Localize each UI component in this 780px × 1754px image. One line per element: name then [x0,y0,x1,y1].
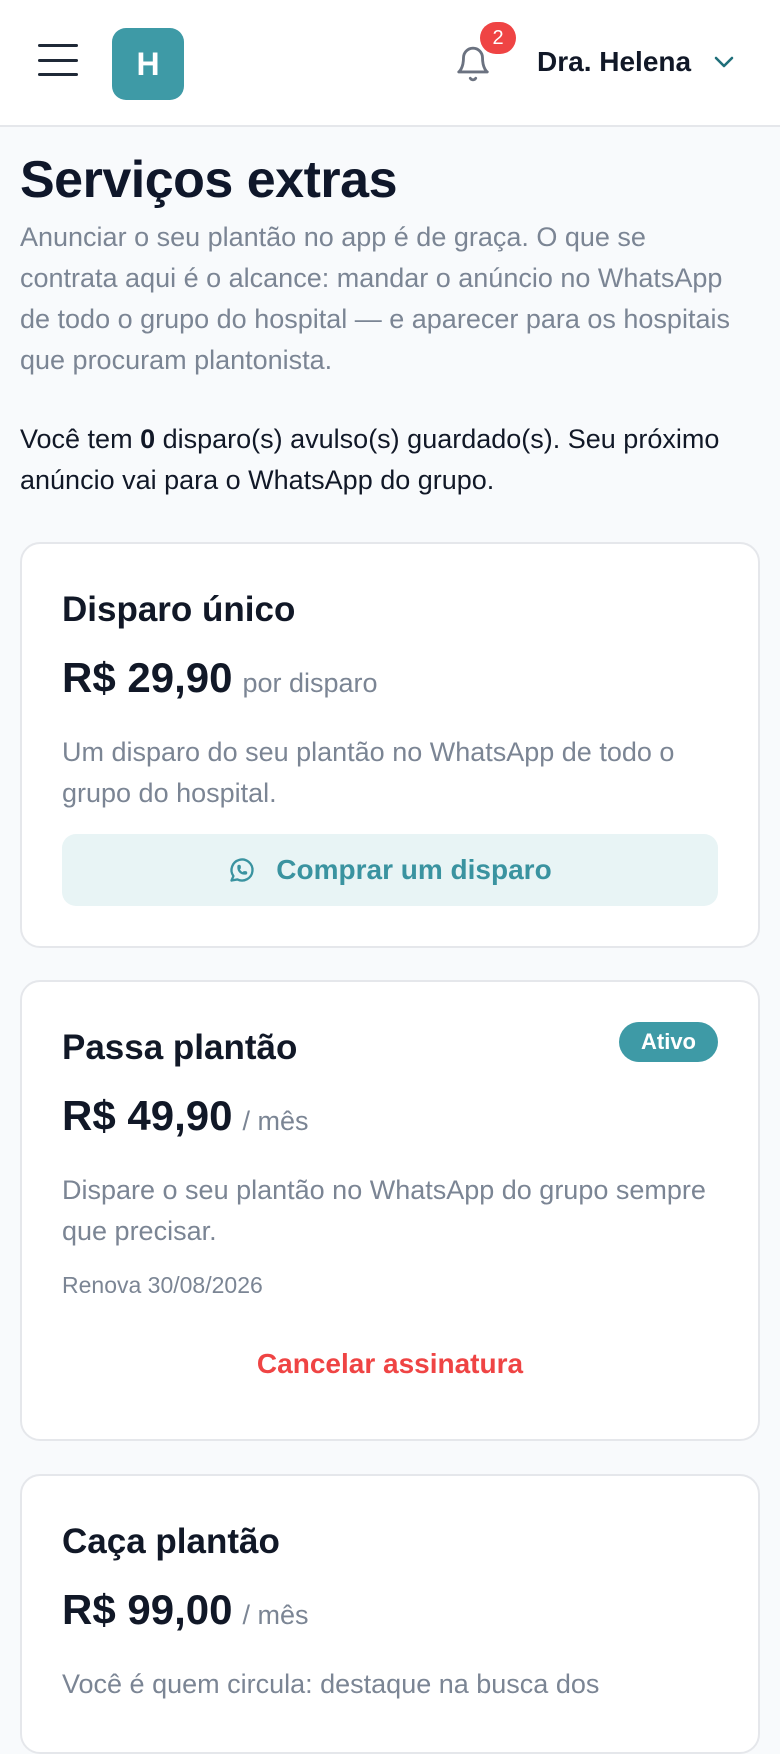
menu-line [38,58,78,62]
plan-card-passa-plantao: Passa plantão Ativo R$ 49,90 / mês Dispa… [20,980,760,1441]
app-logo[interactable]: H [112,28,184,100]
menu-line [38,73,78,76]
renewal-date: Renova 30/08/2026 [62,1272,263,1298]
plan-price: R$ 29,90 [62,654,233,701]
plan-title: Caça plantão [62,1522,280,1561]
balance-prefix: Você tem [20,424,141,454]
plan-title: Passa plantão [62,1028,298,1067]
page-intro: Anunciar o seu plantão no app é de graça… [20,222,730,375]
page-title: Serviços extras [20,151,398,209]
cancel-subscription-button[interactable]: Cancelar assinatura [62,1336,718,1392]
plan-price-row: R$ 29,90 por disparo [62,654,378,702]
buy-single-dispatch-button[interactable]: Comprar um disparo [62,834,718,906]
plan-price-row: R$ 99,00 / mês [62,1586,308,1634]
user-name: Dra. Helena [537,46,692,77]
user-menu[interactable]: Dra. Helena [537,40,735,84]
status-badge: Ativo [619,1022,718,1062]
plan-price: R$ 99,00 [62,1586,233,1633]
whatsapp-icon [230,858,254,882]
plan-description: Um disparo do seu plantão no WhatsApp de… [62,737,675,808]
chevron-down-icon [714,56,734,68]
plan-card-disparo-unico: Disparo único R$ 29,90 por disparo Um di… [20,542,760,948]
menu-line [38,44,78,47]
plan-card-caca-plantao: Caça plantão R$ 99,00 / mês Você é quem … [20,1474,760,1754]
notification-count-badge: 2 [480,22,516,54]
plan-price: R$ 49,90 [62,1092,233,1139]
plan-price-unit: / mês [242,1106,309,1136]
plan-description: Você é quem circula: destaque na busca d… [62,1669,600,1699]
plan-price-unit: / mês [242,1600,309,1630]
hamburger-menu-icon[interactable] [38,44,78,76]
top-bar: H 2 Dra. Helena [0,0,780,127]
plan-price-row: R$ 49,90 / mês [62,1092,308,1140]
plan-title: Disparo único [62,590,296,629]
buy-button-label: Comprar um disparo [276,854,552,885]
balance-count: 0 [140,424,156,454]
plan-price-unit: por disparo [242,668,378,698]
balance-info: Você tem 0 disparo(s) avulso(s) guardado… [20,419,750,501]
plan-description: Dispare o seu plantão no WhatsApp do gru… [62,1175,706,1246]
